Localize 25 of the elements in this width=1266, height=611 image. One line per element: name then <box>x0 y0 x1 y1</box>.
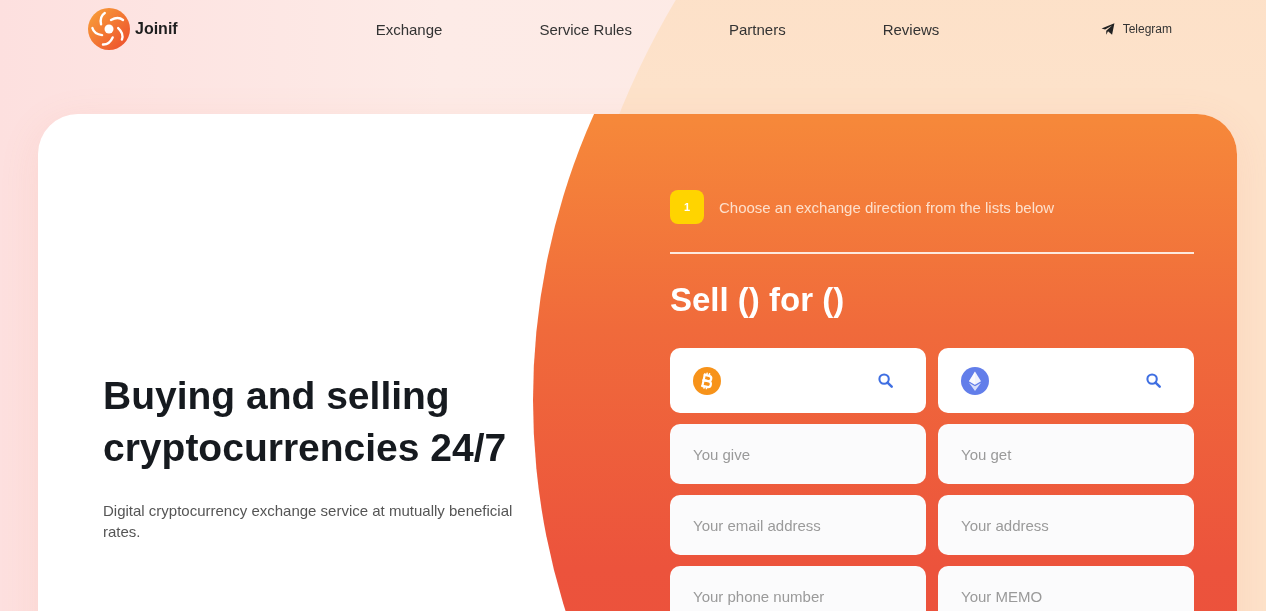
nav-link[interactable]: Service Rules <box>539 20 632 38</box>
paper-plane-icon <box>1100 22 1115 36</box>
nav-link[interactable]: Partners <box>728 20 786 38</box>
coin-select[interactable] <box>670 348 926 413</box>
input-field[interactable]: Your email address <box>670 495 926 555</box>
search-icon <box>878 373 893 388</box>
hero-subtitle: Digital cryptocurrency exchange service at mutually beneficial rates. <box>103 501 514 542</box>
input-field[interactable]: You get <box>938 424 1194 484</box>
ethereum-icon <box>961 366 989 395</box>
input-field[interactable]: Your phone number <box>670 566 926 611</box>
telegram-link[interactable]: Telegram <box>1100 22 1172 36</box>
step-number-badge: 1 <box>670 190 704 224</box>
input-field[interactable]: You give <box>670 424 926 484</box>
swirl-logo-icon[interactable] <box>88 8 130 50</box>
input-field[interactable]: Your address <box>938 495 1194 555</box>
exchange-heading: Sell () for () <box>670 280 846 320</box>
hero-title: Buying and selling cryptocurrencies 24/7 <box>103 373 508 471</box>
coin-select[interactable] <box>938 348 1194 413</box>
input-field[interactable]: Your MEMO <box>938 566 1194 611</box>
nav-link[interactable]: Exchange <box>375 20 443 38</box>
search-icon <box>1146 373 1161 388</box>
logo-text[interactable]: Joinif <box>135 20 178 38</box>
step-instruction: Choose an exchange direction from the lists below <box>719 198 1055 216</box>
nav-link[interactable]: Reviews <box>882 20 940 38</box>
bitcoin-icon <box>693 366 721 395</box>
